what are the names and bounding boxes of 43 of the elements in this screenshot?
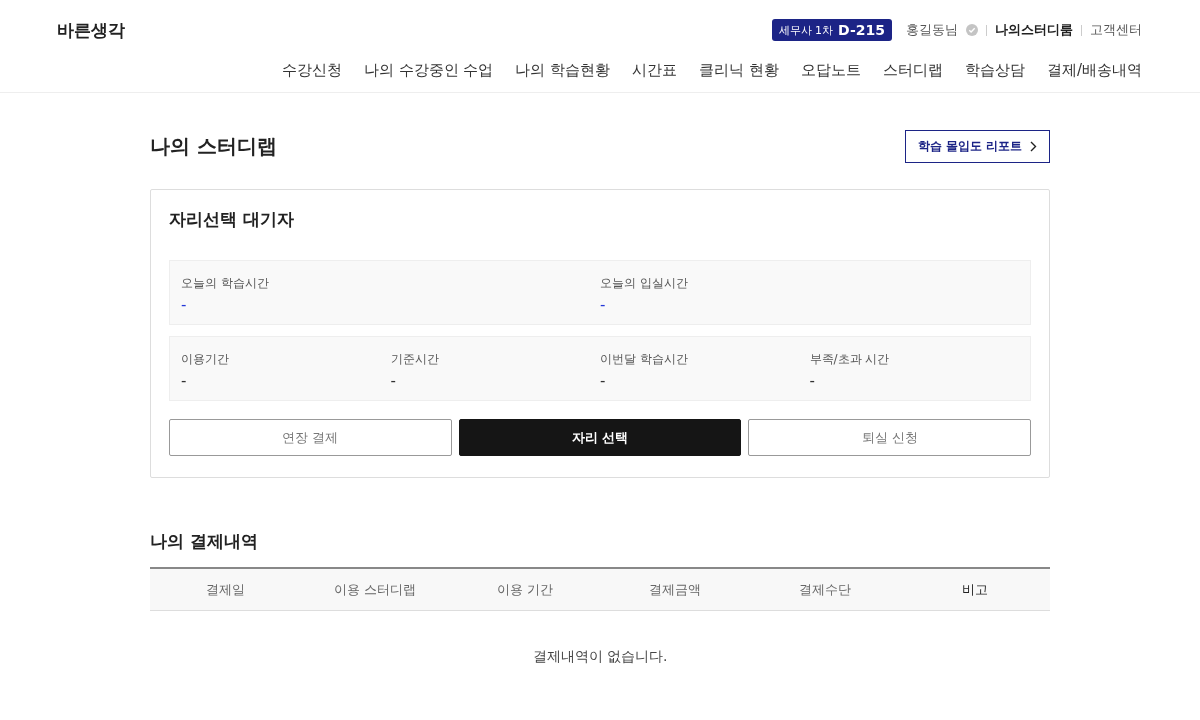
- nav-menu-item[interactable]: 수강신청: [281, 60, 342, 80]
- nav-menu-item[interactable]: 결제/배송내역: [1046, 60, 1142, 80]
- stat-label: 오늘의 입실시간: [600, 275, 689, 292]
- action-button[interactable]: 자리 선택: [458, 419, 742, 456]
- status-title: 자리선택 대기자: [169, 208, 295, 231]
- column-header: 이용 기간: [495, 580, 555, 599]
- chevron-right-icon: [1030, 141, 1037, 152]
- header-link[interactable]: 나의스터디룸: [995, 21, 1073, 39]
- nav-menu-item[interactable]: 오답노트: [800, 60, 861, 80]
- action-button[interactable]: 연장 결제: [169, 419, 452, 456]
- stat-value: -: [390, 372, 397, 390]
- exam-name: 세무사 1차: [778, 22, 834, 38]
- stat-label: 기준시간: [390, 351, 440, 368]
- header-link[interactable]: 고객센터: [1090, 21, 1142, 39]
- site-logo[interactable]: 바른생각: [57, 18, 125, 42]
- check-circle-icon[interactable]: [966, 24, 978, 36]
- column-header: 결제수단: [798, 580, 852, 599]
- stat-label: 이번달 학습시간: [600, 351, 689, 368]
- stat-label: 부족/초과 시간: [809, 351, 891, 368]
- column-header: 이용 스터디랩: [332, 580, 418, 599]
- column-header: 비고: [961, 580, 989, 599]
- empty-message: 결제내역이 없습니다.: [531, 648, 669, 666]
- nav-menu-item[interactable]: 나의 수강중인 수업: [363, 60, 494, 80]
- stat-value: -: [809, 372, 816, 390]
- nav-menu-item[interactable]: 클리닉 현황: [699, 60, 779, 80]
- nav-menu-item[interactable]: 학습상담: [964, 60, 1025, 80]
- action-button[interactable]: 퇴실 신청: [748, 419, 1031, 456]
- nav-menu-item[interactable]: 나의 학습현황: [515, 60, 611, 80]
- nav-menu-item[interactable]: 스터디랩: [882, 60, 943, 80]
- section-title: 나의 결제내역: [150, 530, 259, 553]
- column-header: 결제금액: [648, 580, 702, 599]
- stat-label: 오늘의 학습시간: [181, 275, 270, 292]
- stat-label: 이용기간: [181, 351, 230, 368]
- page-title: 나의 스터디랩: [150, 133, 277, 160]
- dday-count: D-215: [838, 22, 885, 38]
- nav-menu-item[interactable]: 시간표: [632, 60, 678, 80]
- stat-value: -: [600, 296, 607, 314]
- stat-value: -: [181, 296, 188, 314]
- stat-value: -: [600, 372, 607, 390]
- stat-value: -: [181, 372, 188, 390]
- report-button[interactable]: 학습 몰입도 리포트: [904, 130, 1050, 163]
- column-header: 결제일: [204, 580, 246, 599]
- user-name[interactable]: 홍길동님: [906, 21, 958, 39]
